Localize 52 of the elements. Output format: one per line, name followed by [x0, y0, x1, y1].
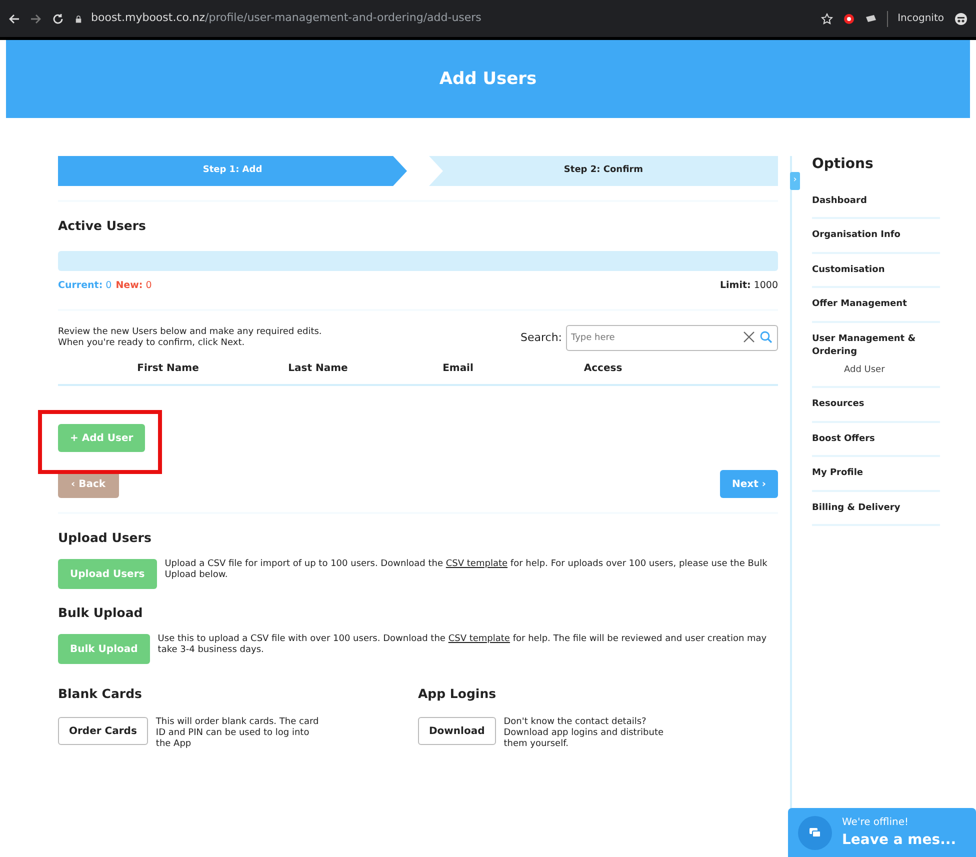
count-label: Current: 0	[58, 279, 112, 293]
sidebar-item[interactable]: My Profile	[812, 457, 940, 490]
column-header: Last Name	[287, 362, 349, 376]
chat-bubble-icon[interactable]	[807, 826, 823, 838]
column-header: Email	[442, 362, 474, 376]
sidebar-item[interactable]: Offer Management	[812, 288, 940, 321]
sidebar-item[interactable]: Resources	[812, 388, 940, 421]
star-icon[interactable]	[820, 12, 833, 24]
sidebar-title: Options	[812, 156, 874, 173]
sidebar-item[interactable]: Customisation	[812, 254, 940, 286]
sidebar-subitem[interactable]: Add User	[812, 364, 940, 386]
incognito-icon[interactable]	[954, 12, 968, 24]
back-arrow-icon[interactable]	[8, 12, 20, 24]
search-label: Search:	[520, 330, 562, 346]
csv-template-link[interactable]: CSV template	[448, 634, 510, 644]
step-tab[interactable]: Step 2: Confirm	[429, 156, 778, 186]
clear-icon[interactable]	[742, 331, 756, 344]
instruction-text: Review the new Users below and make any required edits.	[58, 327, 322, 338]
description-text: Upload a CSV file for import of up to 100 users. Download the CSV template for help. For uploads over 100 users, please use the Bulk Upload below.	[164, 559, 768, 581]
section-title: Bulk Upload	[58, 605, 144, 620]
sidebar-item[interactable]: Organisation Info	[812, 219, 940, 252]
address-bar-url[interactable]: boost.myboost.co.nz/profile/user-management-and-ordering/add-users	[91, 10, 482, 27]
count-label: New: 0	[116, 279, 152, 293]
section-title: Upload Users	[58, 530, 152, 546]
chat-action: Leave a mes...	[842, 830, 956, 850]
section-title: Blank Cards	[58, 686, 143, 702]
section-title: Active Users	[58, 218, 147, 233]
sidebar-item[interactable]: Dashboard	[812, 184, 940, 218]
forward-arrow-icon[interactable]	[30, 12, 42, 24]
description-text: This will order blank cards. The card ID and PIN can be used to log into the App	[156, 717, 320, 750]
csv-template-link[interactable]: CSV template	[446, 559, 508, 570]
extension-icon[interactable]	[864, 12, 877, 24]
page-title: Add Users	[439, 68, 537, 90]
incognito-label: Incognito	[898, 12, 944, 26]
sidebar-item[interactable]: Billing & Delivery	[812, 492, 940, 524]
search-field[interactable]: Type here	[566, 325, 778, 352]
chat-status: We're offline!	[842, 816, 910, 830]
limit-label: Limit: 1000	[720, 279, 778, 293]
section-title: App Logins	[418, 686, 498, 702]
column-header: First Name	[136, 362, 200, 376]
extension-icon[interactable]	[842, 12, 855, 24]
sidebar-item[interactable]: Boost Offers	[812, 422, 940, 456]
column-header: Access	[582, 362, 624, 376]
action-button[interactable]: Download	[418, 717, 496, 746]
action-button[interactable]: Order Cards	[58, 717, 148, 746]
reload-icon[interactable]	[52, 12, 64, 24]
description-text: Use this to upload a CSV file with over 100 users. Download the CSV template for help. The file will be reviewed and user creation may take 3-4 business days.	[158, 634, 768, 656]
search-icon[interactable]	[758, 331, 774, 344]
sidebar-item[interactable]: User Management & Ordering	[812, 322, 940, 364]
description-text: Don't know the contact details? Download app logins and distribute them yourself.	[504, 717, 665, 750]
lock-icon[interactable]	[74, 12, 83, 24]
instruction-text: When you're ready to confirm, click Next.	[58, 338, 246, 350]
